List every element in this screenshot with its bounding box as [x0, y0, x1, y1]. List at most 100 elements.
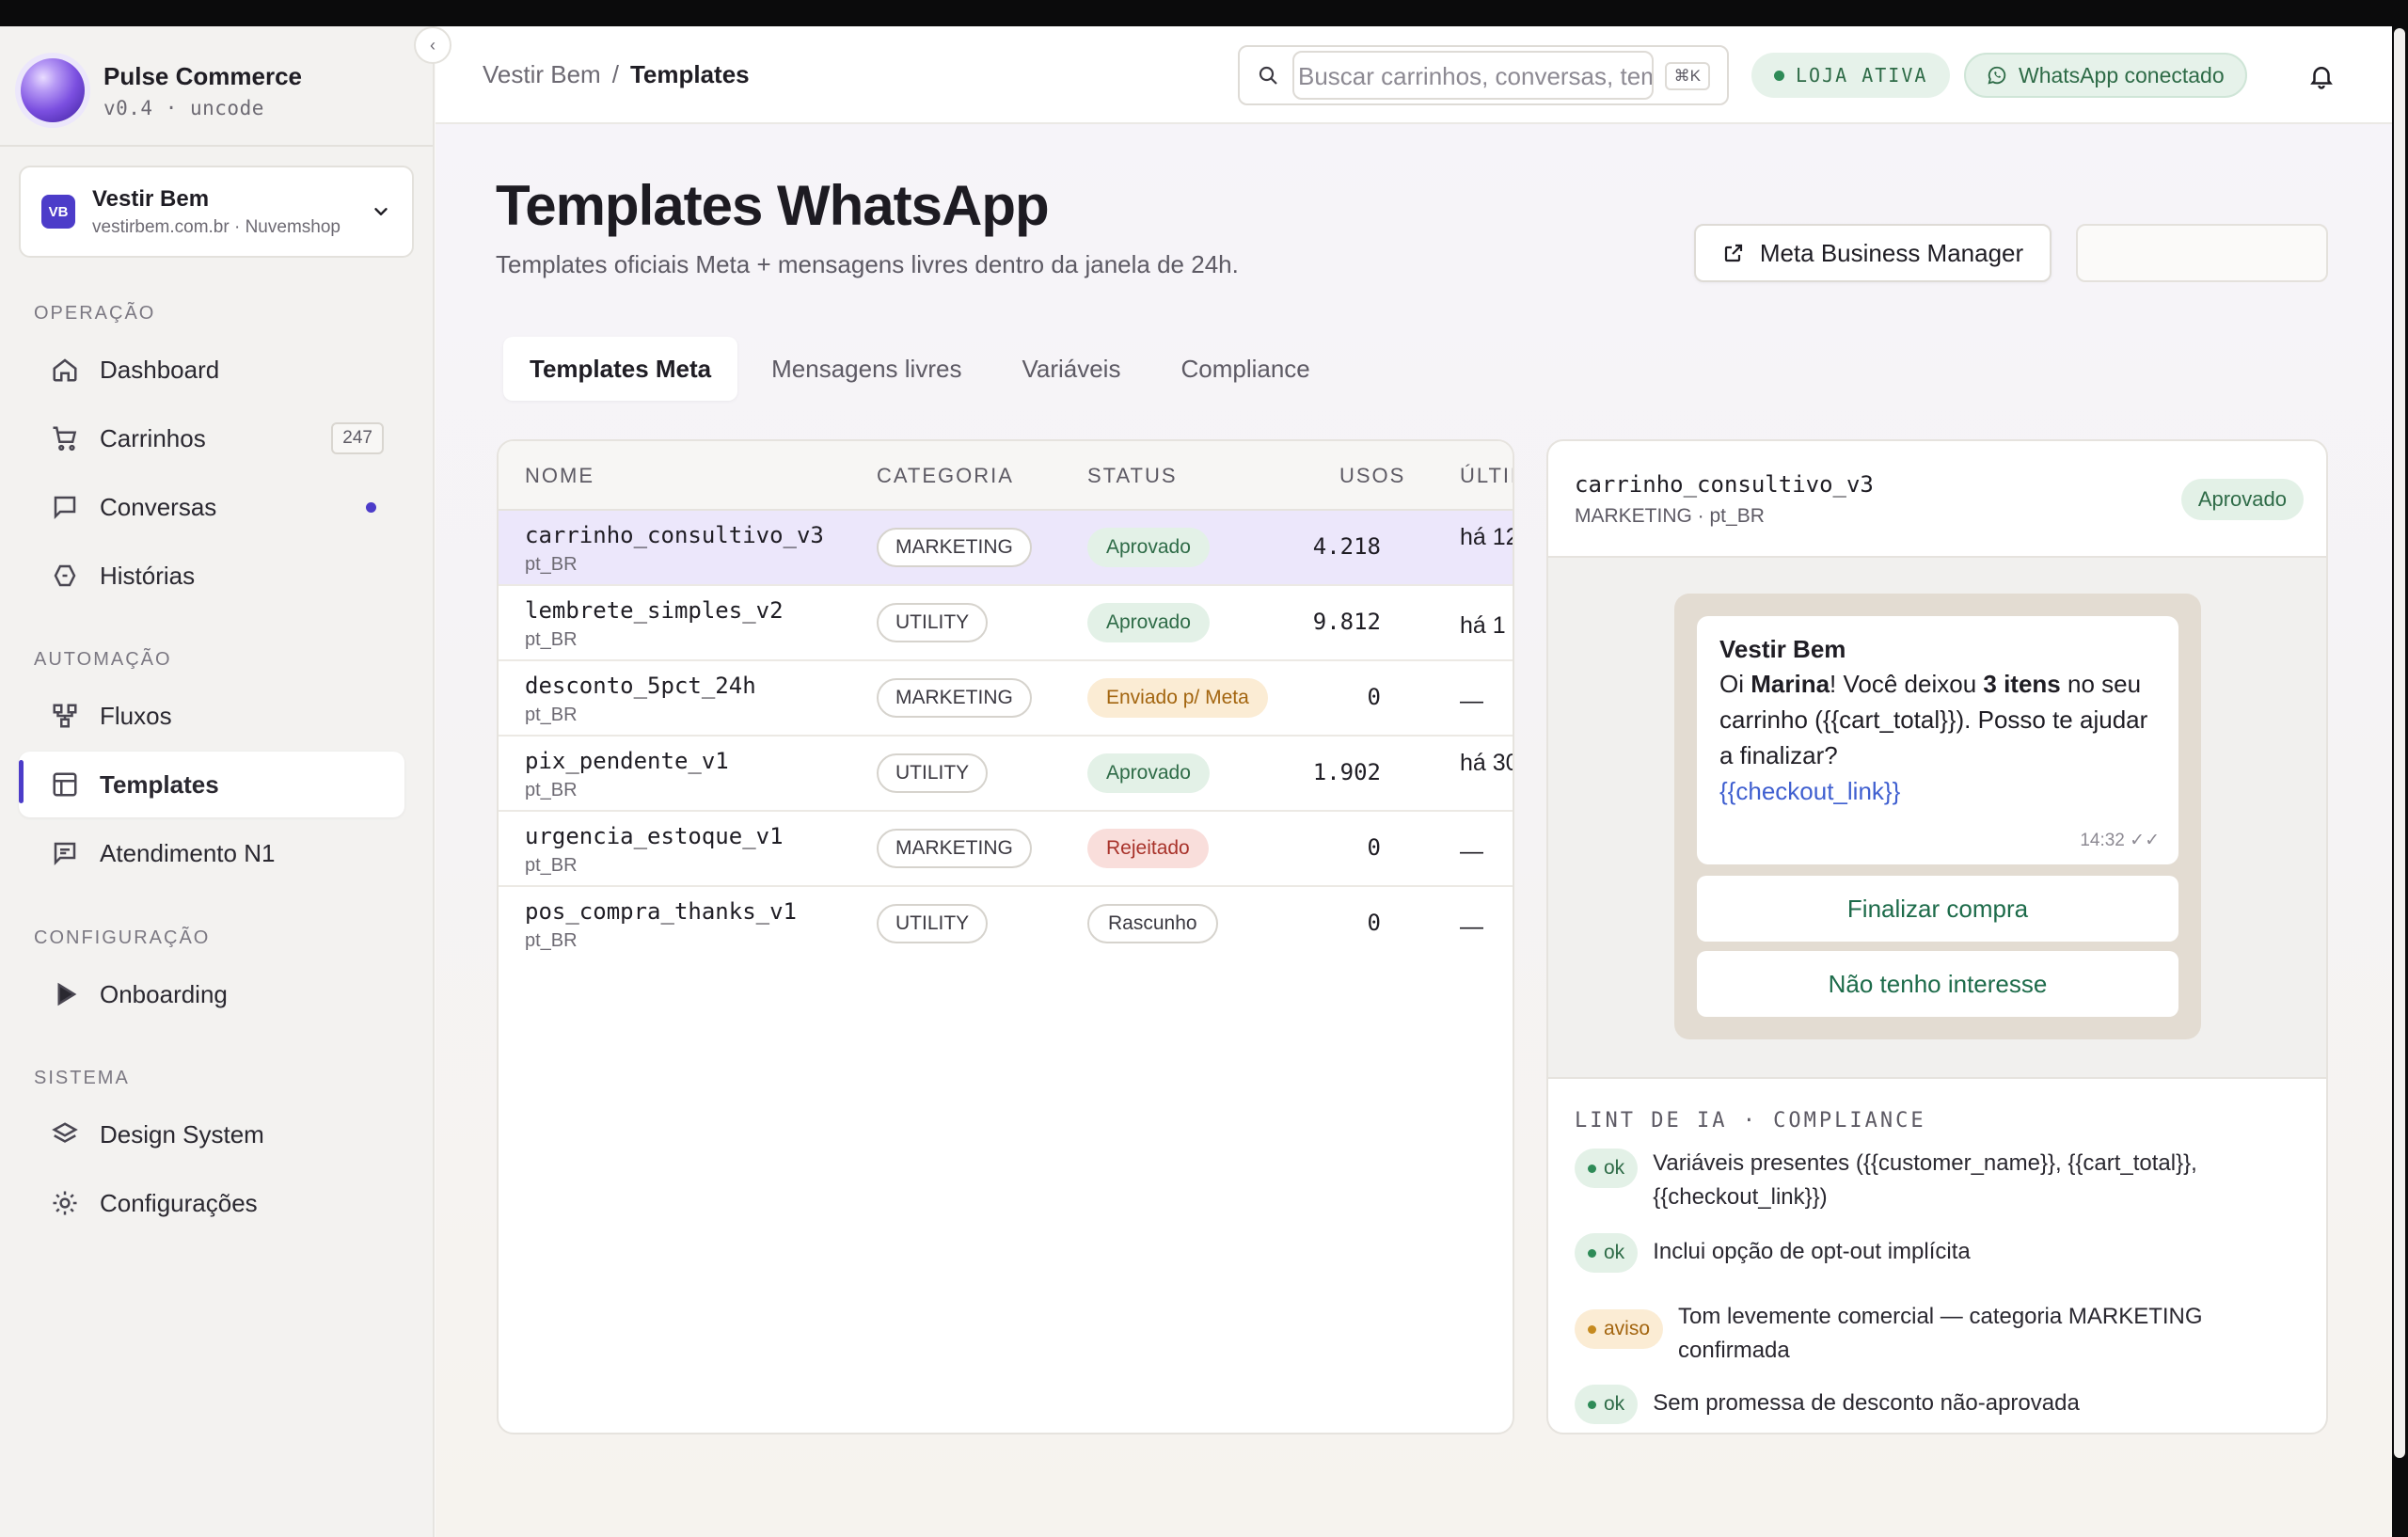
store-switcher[interactable]: VB Vestir Bem vestirbem.com.br · Nuvemsh… [19, 166, 414, 258]
bell-icon[interactable] [2307, 62, 2336, 90]
collapse-sidebar-button[interactable]: ‹ [414, 26, 452, 64]
section-label-configuracao: CONFIGURAÇÃO [34, 927, 211, 948]
template-icon [53, 772, 77, 797]
column-header-ultimo-envio[interactable]: ÚLTIMO ENVIO [1460, 464, 1513, 488]
last-sent: há 30 min [1460, 750, 1513, 776]
breadcrumb: Vestir Bem / Templates [483, 60, 750, 89]
last-sent: — [1460, 913, 1483, 940]
lint-tag: ok [1575, 1233, 1639, 1273]
history-icon [54, 564, 76, 587]
tab-variaveis[interactable]: Variáveis [995, 337, 1147, 401]
column-header-nome[interactable]: NOME [525, 464, 594, 488]
lint-item: aviso Tom levemente comercial — categori… [1575, 1300, 2261, 1368]
status-badge: Rascunho [1087, 904, 1218, 943]
last-sent: — [1460, 838, 1483, 864]
status-badge: Aprovado [1087, 603, 1210, 642]
usage-count: 1.902 [1312, 759, 1381, 785]
breadcrumb-separator: / [611, 60, 619, 88]
tab-mensagens-livres[interactable]: Mensagens livres [745, 337, 988, 401]
template-name: desconto_5pct_24h [525, 673, 756, 699]
category-badge: MARKETING [877, 678, 1032, 718]
template-language: pt_BR [525, 629, 578, 650]
template-name: lembrete_simples_v2 [525, 597, 784, 624]
sidebar-item-label: Onboarding [100, 979, 228, 1008]
message-timestamp: 14:32 ✓✓ [2080, 831, 2160, 850]
page-subtitle: Templates oficiais Meta + mensagens livr… [496, 250, 1239, 278]
sidebar-item-historias[interactable]: Histórias [19, 543, 404, 609]
sidebar-item-carrinhos[interactable]: Carrinhos 247 [19, 405, 404, 471]
sidebar-item-configuracoes[interactable]: Configurações [19, 1170, 404, 1236]
templates-table: NOME CATEGORIA STATUS USOS ÚLTIMO ENVIO … [497, 439, 1514, 1434]
lint-tag: ok [1575, 1385, 1639, 1424]
template-language: pt_BR [525, 554, 578, 575]
store-status-label: LOJA ATIVA [1796, 64, 1928, 87]
brand[interactable]: Pulse Commerce v0.4 · uncode [21, 58, 302, 122]
whatsapp-status-label: WhatsApp conectado [2019, 62, 2225, 87]
vertical-scrollbar-thumb[interactable] [2394, 28, 2405, 1458]
quick-reply-finalizar[interactable]: Finalizar compra [1697, 876, 2178, 942]
table-row[interactable]: urgencia_estoque_v1 pt_BR MARKETING Reje… [499, 812, 1513, 887]
usage-count: 9.812 [1312, 609, 1381, 635]
sidebar-item-label: Dashboard [100, 355, 220, 384]
meta-button-label: Meta Business Manager [1759, 238, 2024, 267]
sidebar-item-design-system[interactable]: Design System [19, 1101, 404, 1167]
quick-reply-nao-interesse[interactable]: Não tenho interesse [1697, 951, 2178, 1017]
support-chat-icon [54, 842, 76, 866]
flow-icon [53, 704, 77, 728]
template-name: urgencia_estoque_v1 [525, 823, 784, 849]
table-row[interactable]: desconto_5pct_24h pt_BR MARKETING Enviad… [499, 661, 1513, 737]
table-row[interactable]: pos_compra_thanks_v1 pt_BR UTILITY Rascu… [499, 887, 1513, 962]
brand-name: Pulse Commerce [103, 61, 302, 90]
search-input[interactable]: Buscar carrinhos, conversas, templates [1292, 51, 1654, 100]
whatsapp-status-badge[interactable]: WhatsApp conectado [1964, 53, 2247, 98]
sidebar-item-templates[interactable]: Templates [19, 752, 404, 817]
preview-template-name: carrinho_consultivo_v3 [1575, 471, 1874, 498]
tab-compliance[interactable]: Compliance [1154, 337, 1336, 401]
lint-item: ok Variáveis presentes ({{customer_name}… [1575, 1149, 2326, 1214]
message-checkout-link[interactable]: {{checkout_link}} [1719, 777, 1900, 805]
usage-count: 0 [1367, 910, 1381, 936]
lint-item: ok Inclui opção de opt-out implícita [1575, 1233, 1971, 1273]
section-label-automacao: AUTOMAÇÃO [34, 649, 172, 670]
lint-tag-label: ok [1604, 1157, 1625, 1179]
usage-count: 0 [1367, 684, 1381, 710]
message-text: ! Você deixou [1830, 670, 1984, 698]
category-badge: MARKETING [877, 528, 1032, 567]
last-sent: há 1 h [1460, 612, 1513, 639]
store-name: Vestir Bem [92, 185, 210, 212]
sidebar-item-atendimento[interactable]: Atendimento N1 [19, 820, 404, 886]
search-bar[interactable]: Buscar carrinhos, conversas, templates ⌘… [1238, 45, 1729, 105]
sidebar-item-label: Templates [100, 769, 219, 799]
column-header-usos[interactable]: USOS [1339, 464, 1405, 488]
sidebar-item-label: Configurações [100, 1188, 258, 1217]
message-customer-name: Marina [1751, 670, 1830, 698]
meta-business-manager-button[interactable]: Meta Business Manager [1694, 224, 2052, 282]
table-row[interactable]: carrinho_consultivo_v3 pt_BR MARKETING A… [499, 511, 1513, 586]
sidebar-item-label: Design System [100, 1119, 264, 1149]
store-avatar: VB [41, 195, 75, 229]
lint-tag-label: aviso [1604, 1318, 1651, 1339]
status-dot [1774, 70, 1784, 81]
sidebar-item-conversas[interactable]: Conversas [19, 474, 404, 540]
message-body: Oi Marina! Você deixou 3 itens no seu ca… [1719, 666, 2156, 809]
tab-templates-meta[interactable]: Templates Meta [503, 337, 738, 401]
sidebar-item-fluxos[interactable]: Fluxos [19, 683, 404, 749]
sidebar-item-dashboard[interactable]: Dashboard [19, 337, 404, 403]
category-badge: UTILITY [877, 904, 989, 943]
store-status-badge: LOJA ATIVA [1751, 53, 1951, 98]
sidebar-item-onboarding[interactable]: Onboarding [19, 961, 404, 1027]
new-template-button[interactable] [2076, 224, 2328, 282]
tab-bar: Templates Meta Mensagens livres Variávei… [503, 337, 1344, 401]
table-row[interactable]: lembrete_simples_v2 pt_BR UTILITY Aprova… [499, 586, 1513, 661]
store-url: vestirbem.com.br · Nuvemshop [92, 216, 341, 237]
preview-status-badge: Aprovado [2180, 479, 2304, 520]
preview-template-meta: MARKETING · pt_BR [1575, 505, 1765, 527]
breadcrumb-root[interactable]: Vestir Bem [483, 60, 601, 88]
gear-icon [53, 1191, 77, 1215]
lint-text: Inclui opção de opt-out implícita [1653, 1239, 1971, 1264]
table-row[interactable]: pix_pendente_v1 pt_BR UTILITY Aprovado 1… [499, 737, 1513, 812]
column-header-status[interactable]: STATUS [1087, 464, 1178, 488]
status-badge: Rejeitado [1087, 829, 1209, 868]
sidebar-item-label: Fluxos [100, 701, 172, 730]
column-header-categoria[interactable]: CATEGORIA [877, 464, 1014, 488]
